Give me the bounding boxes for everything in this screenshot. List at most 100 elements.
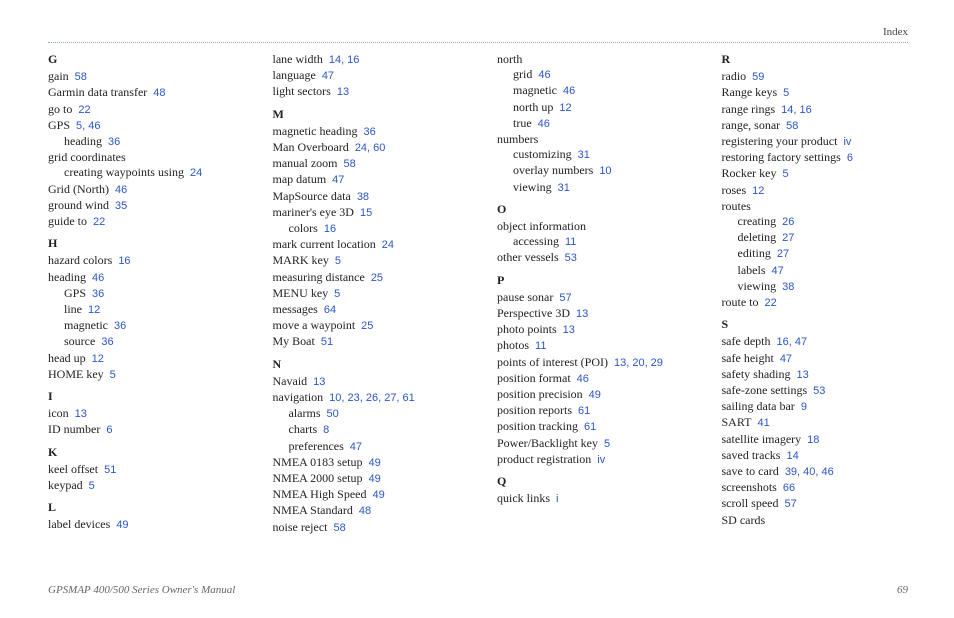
- index-entry-pages[interactable]: 46: [577, 373, 589, 385]
- index-entry-pages[interactable]: 61: [578, 405, 590, 417]
- index-entry-pages[interactable]: 13: [796, 369, 808, 381]
- index-entry-pages[interactable]: 46: [115, 184, 127, 196]
- index-entry-pages[interactable]: 57: [784, 498, 796, 510]
- index-entry-pages[interactable]: 22: [93, 216, 105, 228]
- index-entry-pages[interactable]: 5, 46: [76, 120, 100, 132]
- index-entry-pages[interactable]: 12: [752, 185, 764, 197]
- index-entry-pages[interactable]: 16: [118, 255, 130, 267]
- index-entry-pages[interactable]: 27: [777, 248, 789, 260]
- index-entry-pages[interactable]: 61: [584, 421, 596, 433]
- index-entry-pages[interactable]: 5: [604, 438, 610, 450]
- index-entry-pages[interactable]: 18: [807, 434, 819, 446]
- index-entry-pages[interactable]: 24: [382, 239, 394, 251]
- index-entry-pages[interactable]: 53: [813, 385, 825, 397]
- index-entry-pages[interactable]: 57: [559, 292, 571, 304]
- index-entry-pages[interactable]: 22: [78, 104, 90, 116]
- index-entry-pages[interactable]: 46: [538, 69, 550, 81]
- index-entry-pages[interactable]: 49: [373, 489, 385, 501]
- index-entry-pages[interactable]: 13: [563, 324, 575, 336]
- index-entry-pages[interactable]: 49: [369, 473, 381, 485]
- index-entry-pages[interactable]: 49: [369, 457, 381, 469]
- index-entry-pages[interactable]: 38: [357, 191, 369, 203]
- index-entry-pages[interactable]: 5: [335, 255, 341, 267]
- index-entry-pages[interactable]: 8: [323, 424, 329, 436]
- index-entry-pages[interactable]: 36: [108, 136, 120, 148]
- index-entry-pages[interactable]: 27: [782, 232, 794, 244]
- index-entry-pages[interactable]: 13: [313, 376, 325, 388]
- index-entry-pages[interactable]: 36: [114, 320, 126, 332]
- index-entry-pages[interactable]: 35: [115, 200, 127, 212]
- index-entry-pages[interactable]: 39, 40, 46: [785, 466, 834, 478]
- index-entry-term: line: [64, 302, 82, 316]
- index-entry-pages[interactable]: 24, 60: [355, 142, 386, 154]
- index-entry-pages[interactable]: 14: [786, 450, 798, 462]
- index-entry-pages[interactable]: 58: [343, 158, 355, 170]
- index-entry-pages[interactable]: iv: [597, 454, 605, 466]
- index-entry-pages[interactable]: 36: [92, 288, 104, 300]
- index-entry-pages[interactable]: 25: [371, 272, 383, 284]
- index-entry-pages[interactable]: 26: [782, 216, 794, 228]
- index-entry-pages[interactable]: 11: [535, 340, 546, 352]
- index-entry-pages[interactable]: 47: [780, 353, 792, 365]
- index-entry-pages[interactable]: 59: [752, 71, 764, 83]
- index-entry-pages[interactable]: 46: [563, 85, 575, 97]
- index-entry-pages[interactable]: 25: [361, 320, 373, 332]
- index-entry-pages[interactable]: 48: [153, 87, 165, 99]
- index-entry-pages[interactable]: 16, 47: [776, 336, 807, 348]
- index-entry-pages[interactable]: 10: [599, 165, 611, 177]
- index-entry-pages[interactable]: 64: [324, 304, 336, 316]
- index-entry-pages[interactable]: 15: [360, 207, 372, 219]
- index-entry-pages[interactable]: 51: [321, 336, 333, 348]
- index-section-letter: Q: [497, 474, 684, 489]
- index-entry-pages[interactable]: 5: [89, 480, 95, 492]
- index-entry-pages[interactable]: 6: [847, 152, 853, 164]
- index-entry-pages[interactable]: 13, 20, 29: [614, 357, 663, 369]
- index-entry-pages[interactable]: 13: [337, 86, 349, 98]
- index-entry-pages[interactable]: 31: [578, 149, 590, 161]
- index-entry-pages[interactable]: 12: [88, 304, 100, 316]
- index-entry-pages[interactable]: 58: [75, 71, 87, 83]
- index-entry-pages[interactable]: 12: [92, 353, 104, 365]
- index-entry-pages[interactable]: i: [556, 493, 558, 505]
- index-entry-pages[interactable]: 36: [363, 126, 375, 138]
- index-entry-pages[interactable]: 48: [359, 505, 371, 517]
- index-entry-pages[interactable]: 11: [565, 236, 576, 248]
- index-entry-pages[interactable]: 5: [783, 87, 789, 99]
- index-entry-pages[interactable]: 5: [782, 168, 788, 180]
- index-entry-pages[interactable]: 47: [332, 174, 344, 186]
- index-entry-pages[interactable]: 49: [589, 389, 601, 401]
- index-entry-pages[interactable]: 66: [783, 482, 795, 494]
- index-entry-pages[interactable]: 13: [75, 408, 87, 420]
- index-entry-pages[interactable]: 58: [333, 522, 345, 534]
- index-entry-pages[interactable]: 24: [190, 167, 202, 179]
- index-entry-pages[interactable]: 14, 16: [329, 54, 360, 66]
- index-entry-term: go to: [48, 102, 72, 116]
- index-entry-pages[interactable]: 38: [782, 281, 794, 293]
- index-entry-pages[interactable]: 31: [558, 182, 570, 194]
- index-entry-pages[interactable]: 6: [106, 424, 112, 436]
- index-entry-pages[interactable]: 14, 16: [781, 104, 812, 116]
- index-entry-pages[interactable]: 13: [576, 308, 588, 320]
- index-entry-pages[interactable]: 46: [538, 118, 550, 130]
- index-entry-pages[interactable]: 10, 23, 26, 27, 61: [329, 392, 415, 404]
- index-entry-pages[interactable]: 47: [350, 441, 362, 453]
- index-entry-pages[interactable]: 47: [772, 265, 784, 277]
- index-entry-term: save to card: [722, 464, 779, 478]
- index-entry-pages[interactable]: 9: [801, 401, 807, 413]
- index-entry-pages[interactable]: 22: [765, 297, 777, 309]
- index-entry-pages[interactable]: 53: [565, 252, 577, 264]
- index-entry-pages[interactable]: 46: [92, 272, 104, 284]
- index-entry-pages[interactable]: 50: [327, 408, 339, 420]
- index-entry-pages[interactable]: 5: [110, 369, 116, 381]
- index-entry-pages[interactable]: 36: [101, 336, 113, 348]
- index-entry-pages[interactable]: 5: [334, 288, 340, 300]
- index-entry-pages[interactable]: 41: [757, 417, 769, 429]
- index-entry-pages[interactable]: iv: [843, 136, 851, 148]
- index-entry-pages[interactable]: 16: [324, 223, 336, 235]
- index-entry-pages[interactable]: 49: [116, 519, 128, 531]
- index-entry-pages[interactable]: 12: [559, 102, 571, 114]
- index-entry-pages[interactable]: 47: [322, 70, 334, 82]
- index-letter-text: Q: [497, 474, 506, 488]
- index-entry-pages[interactable]: 58: [786, 120, 798, 132]
- index-entry-pages[interactable]: 51: [104, 464, 116, 476]
